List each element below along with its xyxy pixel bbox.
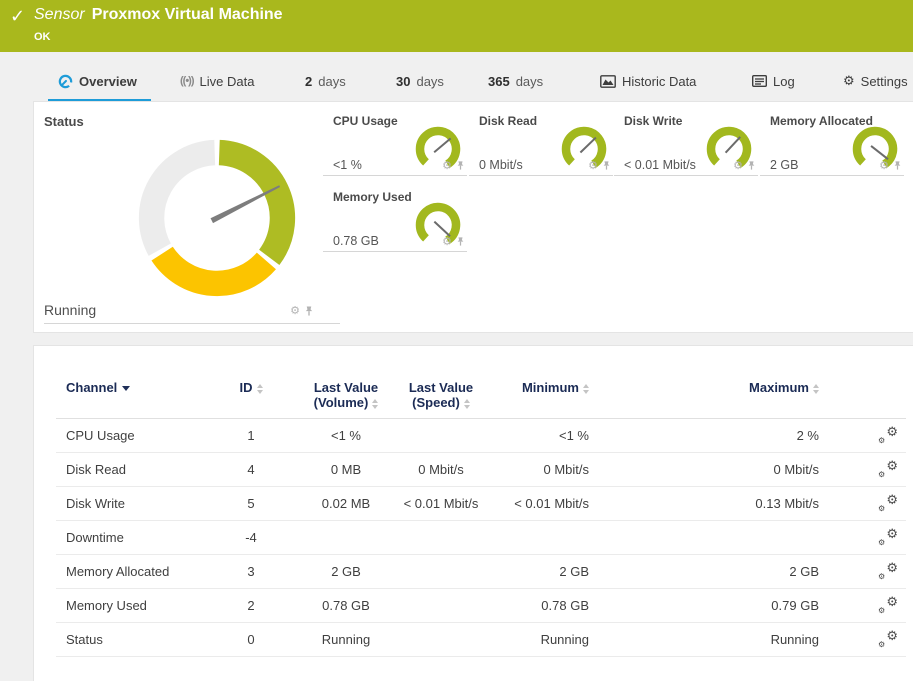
channel-name: Status [56,623,196,657]
status-gauge-value: Running [44,302,96,318]
gauge-value: 2 GB [770,158,799,172]
table-row[interactable]: Disk Write 5 0.02 MB < 0.01 Mbit/s < 0.0… [56,487,906,521]
tab-30-days[interactable]: 30days [396,66,444,96]
gear-icon: ⚙ [843,74,855,89]
channel-settings-icon[interactable]: ⚙⚙ [878,528,898,545]
gear-icon[interactable]: ⚙ [588,159,598,172]
gauge-tile-memory-allocated[interactable]: Memory Allocated 2 GB ⚙ [760,111,904,176]
status-gauge [134,135,300,301]
gauge-title: Memory Used [333,190,412,204]
gear-icon[interactable]: ⚙ [733,159,743,172]
sort-desc-icon [122,386,130,391]
channel-name: Memory Used [56,589,196,623]
table-row[interactable]: Memory Allocated 3 2 GB 2 GB 2 GB ⚙⚙ [56,555,906,589]
tab-settings[interactable]: ⚙ Settings [843,66,908,96]
status-gauge-tile[interactable]: Status Running ⚙ [44,111,340,324]
gauges-panel: Status Running ⚙ CPU Usage <1 % ⚙ Disk R… [33,101,913,333]
gauge-title: Status [44,114,84,129]
object-kind-label: Sensor [34,6,85,23]
area-chart-icon [600,75,616,88]
pin-icon[interactable] [747,160,756,171]
gear-icon[interactable]: ⚙ [290,304,300,317]
column-header-minimum[interactable]: Minimum [496,376,589,419]
gauge-title: Disk Write [624,114,682,128]
gauge-title: Disk Read [479,114,537,128]
sort-icon [372,399,378,409]
gauge-tile-disk-read[interactable]: Disk Read 0 Mbit/s ⚙ [469,111,613,176]
pin-icon[interactable] [893,160,902,171]
gauge-value: 0 Mbit/s [479,158,523,172]
column-header-last-value-volume[interactable]: Last Value(Volume) [306,376,386,419]
column-header-channel[interactable]: Channel [56,376,196,419]
channel-settings-icon[interactable]: ⚙⚙ [878,426,898,443]
table-row[interactable]: Downtime -4 ⚙⚙ [56,521,906,555]
column-header-actions [819,376,906,419]
sensor-status-banner: ✓ Sensor Proxmox Virtual Machine OK [0,0,913,52]
sort-icon [257,384,263,394]
gear-icon[interactable]: ⚙ [442,235,452,248]
channel-name: Disk Write [56,487,196,521]
tab-overview[interactable]: Overview [58,66,137,96]
table-row[interactable]: Disk Read 4 0 MB 0 Mbit/s 0 Mbit/s 0 Mbi… [56,453,906,487]
gear-icon[interactable]: ⚙ [442,159,452,172]
pin-icon[interactable] [304,305,314,317]
gauge-tile-cpu-usage[interactable]: CPU Usage <1 % ⚙ [323,111,467,176]
table-row[interactable]: CPU Usage 1 <1 % <1 % 2 % ⚙⚙ [56,419,906,453]
gauge-needle [726,137,741,153]
column-header-id[interactable]: ID [196,376,306,419]
sort-icon [464,399,470,409]
gauge-title: CPU Usage [333,114,398,128]
gauge-needle [434,138,450,152]
gauge-value: <1 % [333,158,362,172]
table-row[interactable]: Memory Used 2 0.78 GB 0.78 GB 0.79 GB ⚙⚙ [56,589,906,623]
broadcast-icon: ((•)) [180,75,194,87]
channel-settings-icon[interactable]: ⚙⚙ [878,494,898,511]
channel-name: Disk Read [56,453,196,487]
tab-log[interactable]: Log [752,66,795,96]
gauge-needle [580,138,595,153]
channels-panel: Channel ID Last Value(Volume) Last Value… [33,345,913,681]
check-icon: ✓ [10,6,25,27]
channel-settings-icon[interactable]: ⚙⚙ [878,596,898,613]
tab-live-data[interactable]: ((•)) Live Data [180,66,254,96]
sensor-title: Proxmox Virtual Machine [92,6,283,23]
channel-settings-icon[interactable]: ⚙⚙ [878,460,898,477]
tab-bar: Overview ((•)) Live Data 2days 30days 36… [0,52,913,100]
pin-icon[interactable] [456,160,465,171]
table-row[interactable]: Status 0 Running Running Running ⚙⚙ [56,623,906,657]
gear-icon[interactable]: ⚙ [879,159,889,172]
channel-name: Downtime [56,521,196,555]
gauge-needle [871,146,888,159]
channel-settings-icon[interactable]: ⚙⚙ [878,630,898,647]
tab-historic-data[interactable]: Historic Data [600,66,696,96]
column-header-maximum[interactable]: Maximum [589,376,819,419]
gauge-tile-memory-used[interactable]: Memory Used 0.78 GB ⚙ [323,187,467,252]
tab-365-days[interactable]: 365days [488,66,543,96]
gauge-icon [58,74,73,89]
gauge-value: 0.78 GB [333,234,379,248]
channels-table: Channel ID Last Value(Volume) Last Value… [56,376,906,657]
sort-icon [813,384,819,394]
pin-icon[interactable] [456,236,465,247]
pin-icon[interactable] [602,160,611,171]
sort-icon [583,384,589,394]
channel-name: CPU Usage [56,419,196,453]
tab-2-days[interactable]: 2days [305,66,346,96]
column-header-last-value-speed[interactable]: Last Value(Speed) [386,376,496,419]
channel-settings-icon[interactable]: ⚙⚙ [878,562,898,579]
gauge-value: < 0.01 Mbit/s [624,158,696,172]
channel-name: Memory Allocated [56,555,196,589]
gauge-tile-disk-write[interactable]: Disk Write < 0.01 Mbit/s ⚙ [614,111,758,176]
sensor-status-text: OK [34,31,51,43]
log-icon [752,75,767,87]
